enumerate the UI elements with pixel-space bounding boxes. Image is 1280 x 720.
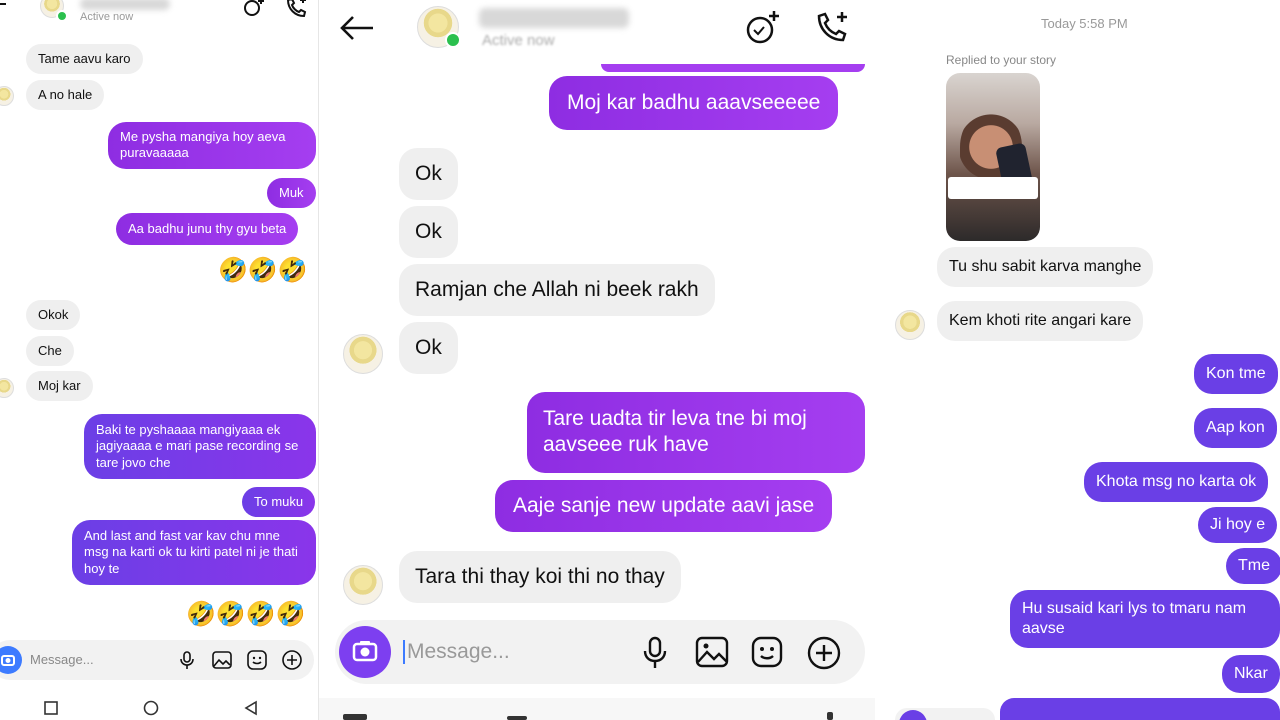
- mid-header: Active now: [319, 0, 875, 64]
- square-nav-icon[interactable]: [44, 701, 58, 715]
- left-composer: Message...: [0, 640, 314, 680]
- sticker-icon[interactable]: [751, 636, 783, 668]
- video-call-icon[interactable]: [242, 0, 266, 20]
- message-outgoing: Khota msg no karta ok: [1084, 462, 1269, 502]
- message-outgoing: Baki te pyshaaaa mangiyaaa ek jagiyaaaa …: [84, 414, 316, 479]
- message-outgoing: Nkar: [1222, 655, 1280, 693]
- message-input[interactable]: Message...: [30, 652, 94, 667]
- message-outgoing: Kon tme: [1194, 354, 1278, 394]
- gallery-icon[interactable]: [212, 651, 232, 669]
- message-outgoing: And last and fast var kav chu mne msg na…: [72, 520, 316, 585]
- story-reply-label: Replied to your story: [946, 53, 1057, 67]
- plus-icon[interactable]: [282, 650, 302, 670]
- story-thumbnail[interactable]: [946, 73, 1040, 241]
- message-incoming: Kem khoti rite angari kare: [937, 301, 1144, 341]
- header-status: Active now: [482, 32, 555, 49]
- sender-avatar: [0, 86, 14, 106]
- sender-avatar: [343, 334, 383, 374]
- message-outgoing: Me pysha mangiya hoy aeva puravaaaaa: [108, 122, 316, 169]
- plus-icon[interactable]: [807, 636, 841, 670]
- message-outgoing: Tare uadta tir leva tne bi moj aavseee r…: [527, 392, 865, 473]
- sender-avatar: [895, 310, 925, 340]
- active-status-dot: [445, 32, 461, 48]
- message-incoming: Ok: [399, 148, 458, 201]
- triangle-back-nav-icon[interactable]: [244, 700, 258, 716]
- message-outgoing: Hu susaid kari lys to tmaru nam aavse: [1010, 590, 1280, 648]
- message-incoming: Moj kar: [26, 371, 93, 402]
- gallery-icon[interactable]: [695, 636, 729, 668]
- message-outgoing: Ji hoy e: [1198, 507, 1278, 543]
- message-incoming: Tame aavu karo: [26, 44, 143, 75]
- message-incoming: Ok: [399, 206, 458, 259]
- message-incoming: Tara thi thay koi thi no thay: [399, 551, 681, 604]
- sender-avatar: [343, 565, 383, 605]
- back-arrow-icon[interactable]: [0, 0, 8, 12]
- message-incoming: Che: [26, 336, 74, 367]
- back-arrow-icon[interactable]: [339, 14, 375, 42]
- nav-fragment: [507, 716, 527, 720]
- emoji-reaction: 🤣🤣🤣🤣: [186, 601, 306, 628]
- video-call-icon[interactable]: [743, 10, 781, 48]
- message-incoming: Ok: [399, 322, 458, 375]
- header-status: Active now: [80, 11, 134, 23]
- active-status-dot: [56, 10, 68, 22]
- left-header: Active now: [0, 0, 318, 30]
- contact-name-redacted: [479, 8, 629, 28]
- phone-call-icon[interactable]: [813, 10, 849, 46]
- story-caption-box: [948, 177, 1038, 199]
- android-nav-bar: [0, 690, 318, 720]
- timestamp: Today 5:58 PM: [1041, 16, 1128, 31]
- emoji-reaction: 🤣🤣🤣: [218, 257, 308, 284]
- message-outgoing: Muk: [267, 178, 316, 209]
- previous-message-edge: [601, 64, 865, 72]
- message-outgoing: Aaje sanje new update aavi jase: [495, 480, 833, 533]
- microphone-icon[interactable]: [178, 650, 196, 670]
- circle-nav-icon[interactable]: [143, 700, 159, 716]
- message-incoming: Okok: [26, 300, 81, 331]
- message-input[interactable]: Message...: [403, 640, 510, 664]
- middle-chat-panel: Active now Moj kar badhu aaavseeeee Ok O…: [318, 0, 876, 720]
- message-outgoing: To muku: [242, 487, 316, 518]
- message-incoming: Ramjan che Allah ni beek rakh: [399, 264, 715, 317]
- message-outgoing: Aa badhu junu thy gyu beta: [116, 213, 299, 246]
- camera-icon[interactable]: [899, 710, 927, 720]
- sender-avatar: [0, 378, 14, 398]
- mid-nav-bar-edge: [319, 698, 875, 720]
- message-outgoing: Aap kon: [1194, 408, 1277, 448]
- camera-icon[interactable]: [339, 626, 391, 678]
- sticker-icon[interactable]: [247, 650, 267, 670]
- message-outgoing: Tme: [1226, 548, 1280, 584]
- message-incoming: A no hale: [26, 80, 105, 111]
- nav-fragment: [827, 712, 833, 720]
- right-chat-panel: Today 5:58 PM Replied to your story Tu s…: [875, 0, 1280, 720]
- message-outgoing: Moj kar badhu aaavseeeee: [549, 76, 839, 131]
- mid-composer: Message...: [335, 620, 865, 684]
- composer-edge: [895, 708, 995, 720]
- camera-icon[interactable]: [0, 646, 22, 674]
- microphone-icon[interactable]: [641, 636, 669, 670]
- next-message-edge: [1000, 698, 1280, 720]
- phone-call-icon[interactable]: [284, 0, 308, 20]
- message-incoming: Tu shu sabit karva manghe: [937, 247, 1154, 287]
- nav-fragment: [343, 714, 367, 720]
- left-chat-panel: Active now Tame aavu karo A no hale Me p…: [0, 0, 318, 720]
- contact-name-redacted: [80, 0, 170, 10]
